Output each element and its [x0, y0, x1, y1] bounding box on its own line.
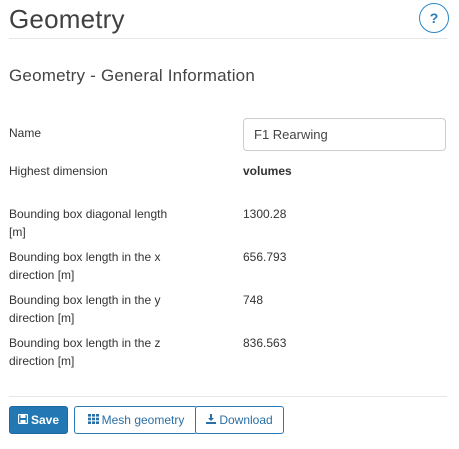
geometry-page: Geometry ? Geometry - General Informatio…: [0, 0, 459, 449]
bbox-y-label: Bounding box length in the y direction […: [9, 293, 161, 325]
bbox-x-value: 656.793: [243, 250, 287, 264]
bbox-y-value: 748: [243, 293, 264, 307]
download-button-label: Download: [219, 413, 273, 427]
page-title: Geometry: [9, 4, 125, 34]
highest-dimension-label: Highest dimension: [9, 164, 108, 178]
footer-divider: [9, 396, 447, 397]
floppy-disk-icon: [17, 413, 29, 427]
name-label: Name: [9, 126, 42, 140]
bbox-diagonal-value: 1300.28: [243, 207, 287, 221]
bbox-x-label: Bounding box length in the x direction […: [9, 250, 161, 282]
mesh-geometry-label: Mesh geometry: [101, 413, 185, 427]
bbox-z-label: Bounding box length in the z direction […: [9, 336, 161, 368]
mesh-geometry-button[interactable]: Mesh geometry: [74, 406, 198, 434]
help-button[interactable]: ?: [419, 3, 449, 33]
section-title: Geometry - General Information: [9, 66, 255, 85]
save-button-label: Save: [30, 413, 60, 427]
download-button[interactable]: Download: [195, 406, 284, 434]
save-button[interactable]: Save: [9, 406, 68, 434]
name-input[interactable]: [243, 118, 446, 151]
download-icon: [206, 413, 217, 427]
bbox-z-value: 836.563: [243, 336, 287, 350]
highest-dimension-value: volumes: [243, 164, 292, 178]
header-divider: [9, 38, 447, 39]
grid-icon: [87, 413, 99, 427]
bbox-diagonal-label: Bounding box diagonal length [m]: [9, 207, 168, 239]
page-header: Geometry ?: [9, 2, 455, 38]
